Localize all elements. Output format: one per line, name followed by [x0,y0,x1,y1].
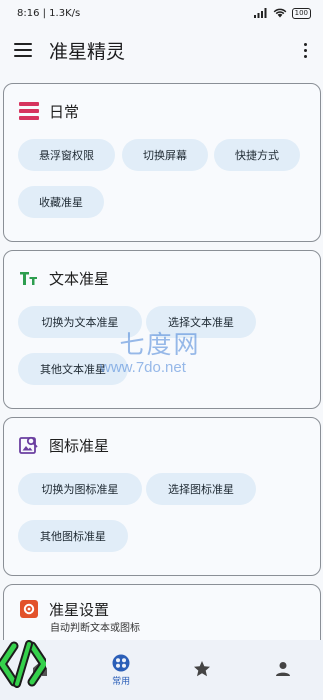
person-icon [275,662,290,676]
apps-grid-icon [112,654,130,671]
status-bar: 8:16 | 1.3K/s 100 [0,0,323,26]
other-icon-crosshair-button[interactable]: 其他图标准星 [18,520,128,552]
favorite-crosshair-button[interactable]: 收藏准星 [18,186,104,218]
overlay-permission-button[interactable]: 悬浮窗权限 [18,139,115,171]
status-icons: 100 [253,7,311,19]
app-bar: 准星精灵 [0,28,323,72]
battery-icon: 100 [291,7,311,19]
status-time-speed: 8:16 | 1.3K/s [17,7,81,19]
corner-logo-icon [0,640,46,688]
text-crosshair-title: 文本准星 [49,269,110,288]
text-format-icon [18,267,40,289]
daily-icon [18,100,40,122]
nav-item-profile[interactable] [242,640,323,700]
daily-title: 日常 [49,102,80,121]
nav-item-common[interactable]: 常用 [81,640,162,700]
select-text-crosshair-button[interactable]: 选择文本准星 [146,306,256,338]
icon-crosshair-card: 图标准星 切换为图标准星 选择图标准星 其他图标准星 [3,417,321,576]
page-title: 准星精灵 [49,40,126,63]
daily-card: 日常 悬浮窗权限 切换屏幕 快捷方式 收藏准星 [3,83,321,242]
bottom-nav: 常用 [0,640,323,700]
image-search-icon [18,434,40,456]
nav-item-favorites[interactable] [162,640,243,700]
crosshair-settings-title: 准星设置 [49,600,110,619]
text-crosshair-card: 文本准星 切换为文本准星 选择文本准星 其他文本准星 [3,250,321,409]
switch-screen-button[interactable]: 切换屏幕 [122,139,208,171]
signal-icon [253,8,267,18]
star-icon [193,661,210,677]
icon-crosshair-title: 图标准星 [49,436,110,455]
wifi-icon [273,8,286,18]
switch-to-text-crosshair-button[interactable]: 切换为文本准星 [18,306,142,338]
crosshair-settings-subtitle: 自动判断文本或图标 [50,623,140,634]
settings-icon [18,598,40,620]
switch-to-icon-crosshair-button[interactable]: 切换为图标准星 [18,473,142,505]
menu-icon[interactable] [14,43,32,57]
more-options-icon[interactable] [299,42,311,58]
select-icon-crosshair-button[interactable]: 选择图标准星 [146,473,256,505]
nav-label-common: 常用 [112,676,131,687]
shortcut-button[interactable]: 快捷方式 [214,139,300,171]
other-text-crosshair-button[interactable]: 其他文本准星 [18,353,128,385]
